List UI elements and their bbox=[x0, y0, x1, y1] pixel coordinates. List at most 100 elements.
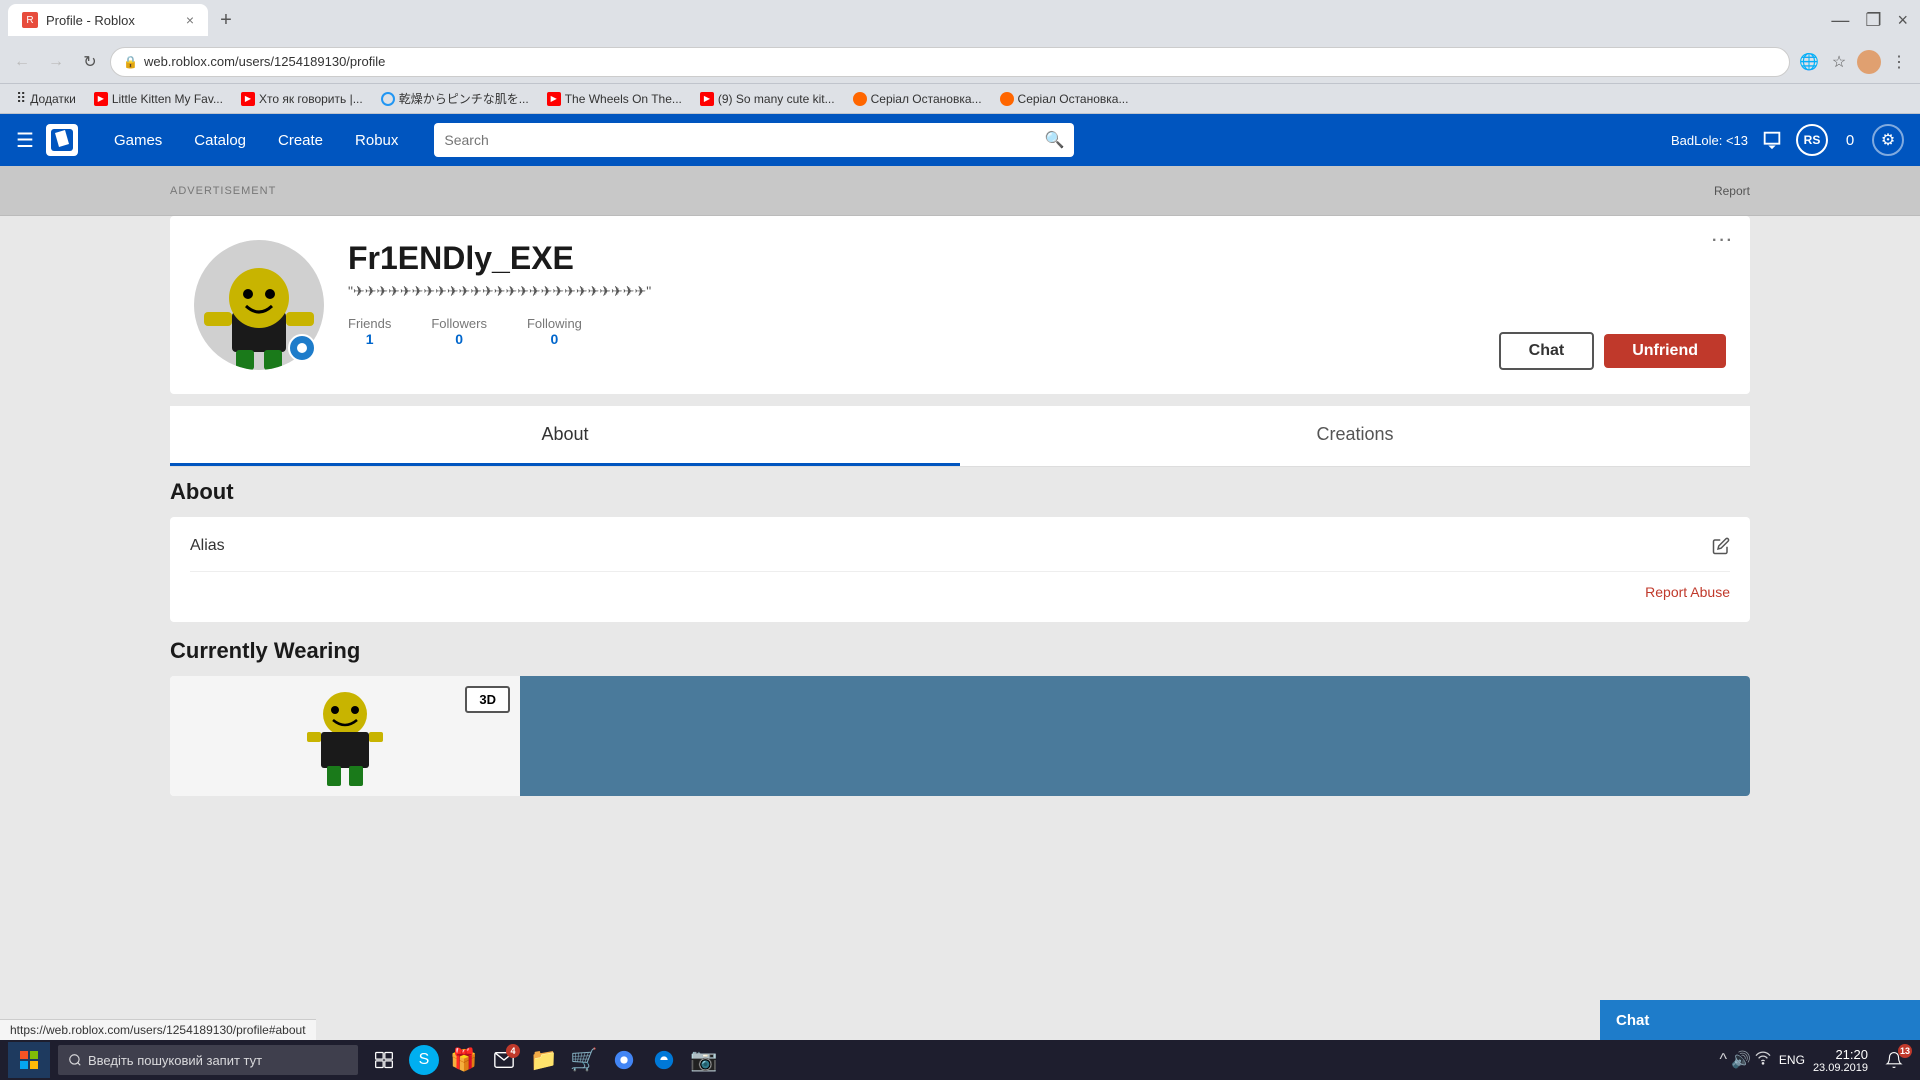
start-button[interactable] bbox=[8, 1042, 50, 1078]
mail-btn[interactable]: 4 bbox=[486, 1042, 522, 1078]
following-label: Following bbox=[527, 316, 582, 331]
edit-icon[interactable] bbox=[1712, 537, 1730, 560]
youtube-icon: ▶ bbox=[94, 92, 108, 106]
following-value[interactable]: 0 bbox=[527, 331, 582, 347]
profile-icon[interactable] bbox=[1856, 49, 1882, 75]
browser-tab[interactable]: R Profile - Roblox × bbox=[8, 4, 208, 36]
lock-icon: 🔒 bbox=[123, 55, 138, 69]
address-bar[interactable]: 🔒 web.roblox.com/users/1254189130/profil… bbox=[110, 47, 1790, 77]
search-icon[interactable]: 🔍 bbox=[1044, 130, 1064, 150]
refresh-btn[interactable]: ↻ bbox=[76, 48, 104, 76]
bookmark-1-label: Little Kitten My Fav... bbox=[112, 92, 223, 106]
tab-creations[interactable]: Creations bbox=[960, 406, 1750, 466]
advertisement-bar: ADVERTISEMENT Report bbox=[0, 166, 1920, 216]
tab-close-btn[interactable]: × bbox=[186, 12, 194, 28]
close-window-btn[interactable]: × bbox=[1893, 6, 1912, 35]
report-link[interactable]: Report bbox=[1714, 184, 1750, 198]
taskbar-search-text: Введіть пошуковий запит тут bbox=[88, 1053, 262, 1068]
robux-icon-btn[interactable]: RS bbox=[1796, 124, 1828, 156]
report-abuse-link[interactable]: Report Abuse bbox=[1645, 584, 1730, 600]
forward-btn[interactable]: → bbox=[42, 48, 70, 76]
followers-label: Followers bbox=[431, 316, 487, 331]
3d-view-btn[interactable]: 3D bbox=[465, 686, 510, 713]
edge-btn[interactable] bbox=[646, 1042, 682, 1078]
youtube-icon-4: ▶ bbox=[700, 92, 714, 106]
hamburger-menu-btn[interactable]: ☰ bbox=[16, 128, 34, 153]
bookmark-star-icon[interactable]: ☆ bbox=[1826, 49, 1852, 75]
followers-value[interactable]: 0 bbox=[431, 331, 487, 347]
currently-wearing-title: Currently Wearing bbox=[170, 638, 1750, 664]
roblox-logo[interactable] bbox=[46, 124, 78, 156]
report-abuse-section: Report Abuse bbox=[190, 572, 1730, 602]
profile-tabs: About Creations bbox=[170, 406, 1750, 467]
search-input[interactable] bbox=[444, 132, 1036, 148]
globe-icon bbox=[381, 92, 395, 106]
more-options-btn[interactable]: ··· bbox=[1712, 232, 1734, 250]
wearing-card: 3D bbox=[170, 676, 1750, 796]
chrome-btn[interactable] bbox=[606, 1042, 642, 1078]
nav-catalog[interactable]: Catalog bbox=[178, 114, 262, 166]
alias-label: Alias bbox=[190, 537, 1730, 572]
bookmark-apps[interactable]: ⠿ Додатки bbox=[8, 88, 84, 109]
taskbar-right: ^ 🔊 ENG 21:20 23.09.2019 13 bbox=[1719, 1042, 1912, 1078]
wifi-icon[interactable] bbox=[1755, 1050, 1771, 1071]
skype-btn[interactable]: S bbox=[406, 1042, 442, 1078]
bookmarks-bar: ⠿ Додатки ▶ Little Kitten My Fav... ▶ Хт… bbox=[0, 84, 1920, 114]
chat-icon-btn[interactable] bbox=[1756, 124, 1788, 156]
maximize-btn[interactable]: ❐ bbox=[1861, 6, 1885, 35]
tab-favicon: R bbox=[22, 12, 38, 28]
system-tray: ^ 🔊 bbox=[1719, 1050, 1770, 1071]
nav-games[interactable]: Games bbox=[98, 114, 178, 166]
bookmark-5[interactable]: ▶ (9) So many cute kit... bbox=[692, 90, 843, 108]
bookmark-5-label: (9) So many cute kit... bbox=[718, 92, 835, 106]
bookmark-1[interactable]: ▶ Little Kitten My Fav... bbox=[86, 90, 231, 108]
url-status-bar: https://web.roblox.com/users/1254189130/… bbox=[0, 1019, 316, 1040]
volume-icon[interactable]: 🔊 bbox=[1731, 1050, 1751, 1070]
unfriend-button[interactable]: Unfriend bbox=[1604, 334, 1726, 368]
bookmark-4[interactable]: ▶ The Wheels On The... bbox=[539, 90, 690, 108]
task-view-btn[interactable] bbox=[366, 1042, 402, 1078]
bookmark-2[interactable]: ▶ Хто як говорить |... bbox=[233, 90, 371, 108]
taskbar-icons: S 🎁 4 📁 🛒 📷 bbox=[366, 1042, 722, 1078]
taskbar: Введіть пошуковий запит тут S 🎁 4 📁 🛒 📷 … bbox=[0, 1040, 1920, 1080]
nav-robux[interactable]: Robux bbox=[339, 114, 414, 166]
notifications-btn[interactable]: 0 bbox=[1836, 126, 1864, 154]
file-manager-btn[interactable]: 📁 bbox=[526, 1042, 562, 1078]
minimize-btn[interactable]: — bbox=[1827, 6, 1853, 35]
stat-following: Following 0 bbox=[527, 316, 582, 347]
settings-btn[interactable]: ⚙ bbox=[1872, 124, 1904, 156]
chat-popup[interactable]: Chat bbox=[1600, 1000, 1920, 1040]
youtube-icon-3: ▶ bbox=[547, 92, 561, 106]
ad-label: ADVERTISEMENT bbox=[170, 185, 276, 197]
new-tab-btn[interactable]: + bbox=[212, 6, 240, 34]
friends-value[interactable]: 1 bbox=[348, 331, 391, 347]
profile-username: Fr1ENDly_EXE bbox=[348, 240, 1475, 277]
bookmark-6[interactable]: Серіал Остановка... bbox=[845, 90, 990, 108]
profile-avatar-wrap bbox=[194, 240, 324, 370]
clock-date: 23.09.2019 bbox=[1813, 1062, 1868, 1074]
camera-btn[interactable]: 📷 bbox=[686, 1042, 722, 1078]
bookmark-7-label: Серіал Остановка... bbox=[1018, 92, 1129, 106]
bookmark-3[interactable]: 乾燥からピンチな肌を... bbox=[373, 88, 537, 109]
fox-icon bbox=[853, 92, 867, 106]
gift-btn[interactable]: 🎁 bbox=[446, 1042, 482, 1078]
online-badge bbox=[288, 334, 316, 362]
shopping-btn[interactable]: 🛒 bbox=[566, 1042, 602, 1078]
notification-btn[interactable]: 13 bbox=[1876, 1042, 1912, 1078]
menu-icon[interactable]: ⋮ bbox=[1886, 49, 1912, 75]
back-btn[interactable]: ← bbox=[8, 48, 36, 76]
chat-button[interactable]: Chat bbox=[1499, 332, 1595, 370]
translate-icon[interactable]: 🌐 bbox=[1796, 49, 1822, 75]
page-content: Fr1ENDly_EXE "✈✈✈✈✈✈✈✈✈✈✈✈✈✈✈✈✈✈✈✈✈✈✈✈✈"… bbox=[0, 216, 1920, 796]
tray-up-icon[interactable]: ^ bbox=[1719, 1051, 1727, 1069]
bookmark-apps-label: Додатки bbox=[30, 92, 76, 106]
notification-count: 13 bbox=[1898, 1044, 1912, 1058]
search-bar[interactable]: 🔍 bbox=[434, 123, 1074, 157]
tab-about[interactable]: About bbox=[170, 406, 960, 466]
taskbar-search[interactable]: Введіть пошуковий запит тут bbox=[58, 1045, 358, 1075]
nav-create[interactable]: Create bbox=[262, 114, 339, 166]
profile-actions: Chat Unfriend bbox=[1499, 332, 1726, 370]
youtube-icon-2: ▶ bbox=[241, 92, 255, 106]
fox-icon-2 bbox=[1000, 92, 1014, 106]
bookmark-7[interactable]: Серіал Остановка... bbox=[992, 90, 1137, 108]
